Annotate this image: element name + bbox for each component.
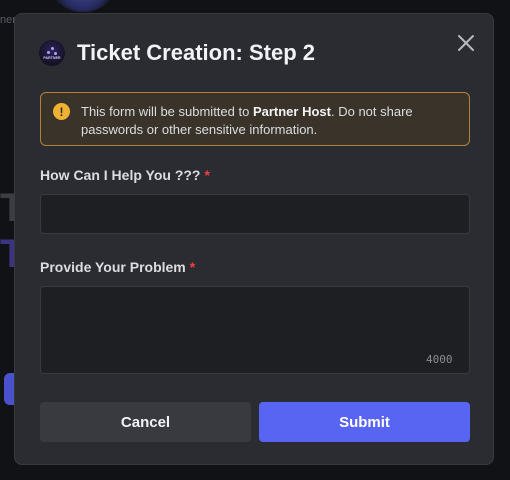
modal-header: PARTNER Ticket Creation: Step 2 — [39, 40, 315, 66]
cancel-button[interactable]: Cancel — [40, 402, 251, 442]
ticket-modal: PARTNER Ticket Creation: Step 2 ! This f… — [14, 13, 494, 465]
exclamation-icon: ! — [53, 103, 70, 120]
submit-button[interactable]: Submit — [259, 402, 470, 442]
warning-notice: ! This form will be submitted to Partner… — [40, 92, 470, 146]
partner-app-icon: PARTNER — [39, 40, 65, 66]
background-artwork — [48, 0, 118, 12]
close-icon — [458, 35, 474, 51]
character-counter: 4000 — [426, 353, 453, 366]
problem-field-label: Provide Your Problem * — [40, 259, 196, 275]
problem-textarea[interactable] — [40, 286, 470, 374]
warning-text: This form will be submitted to Partner H… — [81, 104, 413, 137]
help-input[interactable] — [40, 194, 470, 234]
modal-title: Ticket Creation: Step 2 — [77, 40, 315, 65]
close-button[interactable] — [455, 32, 477, 54]
help-field-label: How Can I Help You ??? * — [40, 167, 210, 183]
app-icon-label: PARTNER — [43, 55, 61, 60]
required-asterisk: * — [204, 167, 210, 183]
required-asterisk: * — [189, 259, 196, 275]
host-name: Partner Host — [252, 104, 331, 119]
